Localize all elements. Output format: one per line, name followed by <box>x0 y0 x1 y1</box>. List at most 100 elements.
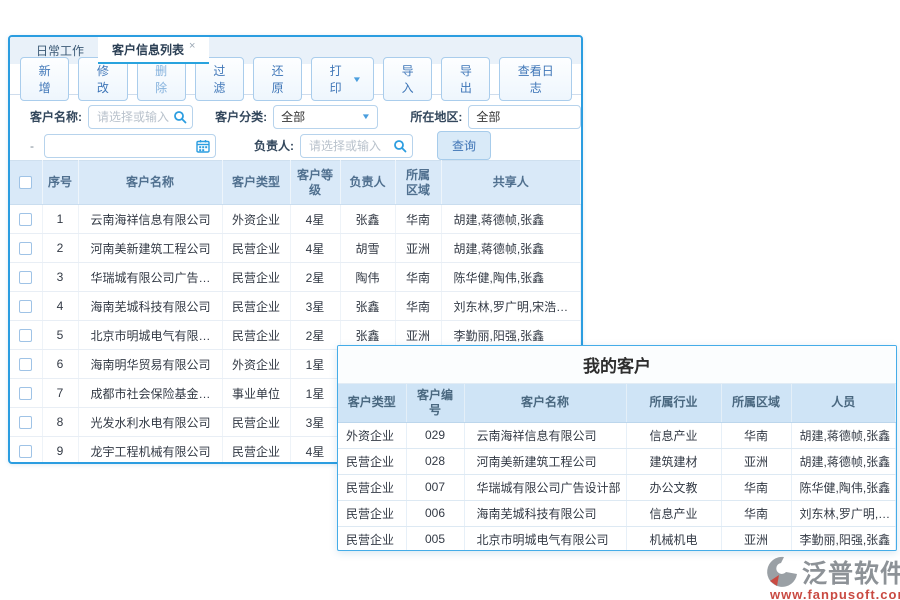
row-checkbox[interactable] <box>19 242 32 255</box>
customer-type: 民营企业 <box>338 500 406 526</box>
customer-code-link[interactable]: 006 <box>406 500 464 526</box>
manager-link[interactable]: 张鑫 <box>340 205 395 234</box>
customer-name-link[interactable]: 河南美新建筑工程公司 <box>78 234 222 263</box>
my-customers-table-header: 客户类型客户编号客户名称所属行业所属区域人员 <box>338 384 896 422</box>
customer-category-select[interactable]: 全部 ▼ <box>273 105 378 129</box>
customer-name-link[interactable]: 北京市明城电气有限公司 <box>464 526 626 551</box>
row-number: 4 <box>42 292 78 321</box>
region-label: 所在地区: <box>410 108 462 125</box>
customer-name-link[interactable]: 成都市社会保险基金管理... <box>78 379 222 408</box>
row-checkbox[interactable] <box>19 416 32 429</box>
customer-name-input[interactable] <box>88 105 193 129</box>
region-select[interactable]: 全部 <box>468 105 581 129</box>
row-select-cell <box>10 292 42 321</box>
manager-link[interactable]: 胡雪 <box>340 234 395 263</box>
customer-level: 4星 <box>290 437 340 465</box>
customer-level: 2星 <box>290 321 340 350</box>
export-button-label: 导出 <box>454 62 477 96</box>
row-number: 2 <box>42 234 78 263</box>
customer-level: 4星 <box>290 205 340 234</box>
column-header-0: 序号 <box>42 161 78 205</box>
table-row: 3华瑞城有限公司广告设计部民营企业2星陶伟华南陈华健,陶伟,张鑫 <box>10 263 581 292</box>
customer-level: 3星 <box>290 408 340 437</box>
row-select-cell <box>10 408 42 437</box>
manager-link[interactable]: 陶伟 <box>340 263 395 292</box>
customer-type: 民营企业 <box>338 526 406 551</box>
column-header-4: 所属区域 <box>721 384 791 422</box>
customer-code-link[interactable]: 007 <box>406 474 464 500</box>
customer-code-link[interactable]: 005 <box>406 526 464 551</box>
my-customers-title: 我的客户 <box>338 346 896 384</box>
print-button[interactable]: 打印▼ <box>311 57 374 101</box>
row-select-cell <box>10 263 42 292</box>
tab-customer-info-list[interactable]: 客户信息列表× <box>98 37 209 64</box>
customer-name-link[interactable]: 海南芜城科技有限公司 <box>78 292 222 321</box>
calendar-icon[interactable] <box>196 139 210 153</box>
shared-people: 胡建,蒋德帧,张鑫 <box>441 205 581 234</box>
customer-code-link[interactable]: 028 <box>406 448 464 474</box>
customer-name-link[interactable]: 华瑞城有限公司广告设计部 <box>464 474 626 500</box>
row-checkbox[interactable] <box>19 329 32 342</box>
customer-level: 3星 <box>290 292 340 321</box>
tab-daily-work[interactable]: 日常工作 <box>22 37 98 64</box>
select-all-checkbox[interactable] <box>19 176 32 189</box>
region: 华南 <box>721 500 791 526</box>
manager-input[interactable] <box>300 134 413 158</box>
toolbar: 新增修改删除过滤还原打印▼导入导出查看日志 <box>10 64 581 95</box>
delete-button-label: 删除 <box>150 62 173 96</box>
customer-name-link[interactable]: 云南海祥信息有限公司 <box>464 422 626 448</box>
customer-name-link[interactable]: 河南美新建筑工程公司 <box>464 448 626 474</box>
restore-button[interactable]: 还原 <box>253 57 302 101</box>
customer-name-link[interactable]: 龙宇工程机械有限公司 <box>78 437 222 465</box>
search-icon[interactable] <box>393 139 407 153</box>
export-button[interactable]: 导出 <box>441 57 490 101</box>
my-customers-panel: 我的客户 客户类型客户编号客户名称所属行业所属区域人员 外资企业029云南海祥信… <box>337 345 897 551</box>
customer-name-link[interactable]: 海南芜城科技有限公司 <box>464 500 626 526</box>
query-button[interactable]: 查询 <box>437 131 491 160</box>
date-input-field[interactable] <box>45 135 215 157</box>
table-row: 外资企业029云南海祥信息有限公司信息产业华南胡建,蒋德帧,张鑫 <box>338 422 896 448</box>
date-range-dash: - <box>30 139 38 153</box>
customer-category-label: 客户分类: <box>215 108 267 125</box>
customer-name-link[interactable]: 云南海祥信息有限公司 <box>78 205 222 234</box>
customer-level: 2星 <box>290 263 340 292</box>
row-number: 1 <box>42 205 78 234</box>
table-row: 民营企业007华瑞城有限公司广告设计部办公文教华南陈华健,陶伟,张鑫 <box>338 474 896 500</box>
column-header-6: 共享人 <box>441 161 581 205</box>
manager-link[interactable]: 张鑫 <box>340 292 395 321</box>
customer-name-link[interactable]: 光发水利水电有限公司 <box>78 408 222 437</box>
select-all-cell <box>10 161 42 205</box>
staff-people: 刘东林,罗广明,宋浩然,... <box>791 500 896 526</box>
region: 亚洲 <box>721 526 791 551</box>
customer-code-link[interactable]: 029 <box>406 422 464 448</box>
row-checkbox[interactable] <box>19 358 32 371</box>
staff-people: 李勤丽,阳强,张鑫 <box>791 526 896 551</box>
customer-level: 1星 <box>290 379 340 408</box>
row-checkbox[interactable] <box>19 300 32 313</box>
date-input[interactable] <box>44 134 216 158</box>
import-button[interactable]: 导入 <box>383 57 432 101</box>
row-checkbox[interactable] <box>19 271 32 284</box>
row-checkbox[interactable] <box>19 387 32 400</box>
vendor-watermark: 泛普软件 www.fanpusoft.com <box>764 554 900 600</box>
my-customers-table-body: 外资企业029云南海祥信息有限公司信息产业华南胡建,蒋德帧,张鑫民营企业028河… <box>338 422 896 551</box>
column-header-5: 人员 <box>791 384 896 422</box>
close-icon[interactable]: × <box>189 40 195 52</box>
filter-button-label: 过滤 <box>208 62 231 96</box>
region: 亚洲 <box>721 448 791 474</box>
tab-label: 日常工作 <box>36 42 84 59</box>
row-checkbox[interactable] <box>19 445 32 458</box>
customer-name-link[interactable]: 北京市明城电气有限公司 <box>78 321 222 350</box>
region: 华南 <box>395 205 441 234</box>
view-log-button[interactable]: 查看日志 <box>499 57 571 101</box>
region: 华南 <box>395 292 441 321</box>
search-icon[interactable] <box>173 110 187 124</box>
import-button-label: 导入 <box>396 62 419 96</box>
filter-row-2: - 负责人: <box>10 131 581 160</box>
customer-name-link[interactable]: 海南明华贸易有限公司 <box>78 350 222 379</box>
fanpu-logo-icon <box>764 555 800 589</box>
region: 华南 <box>721 422 791 448</box>
row-checkbox[interactable] <box>19 213 32 226</box>
restore-button-label: 还原 <box>266 62 289 96</box>
customer-name-link[interactable]: 华瑞城有限公司广告设计部 <box>78 263 222 292</box>
